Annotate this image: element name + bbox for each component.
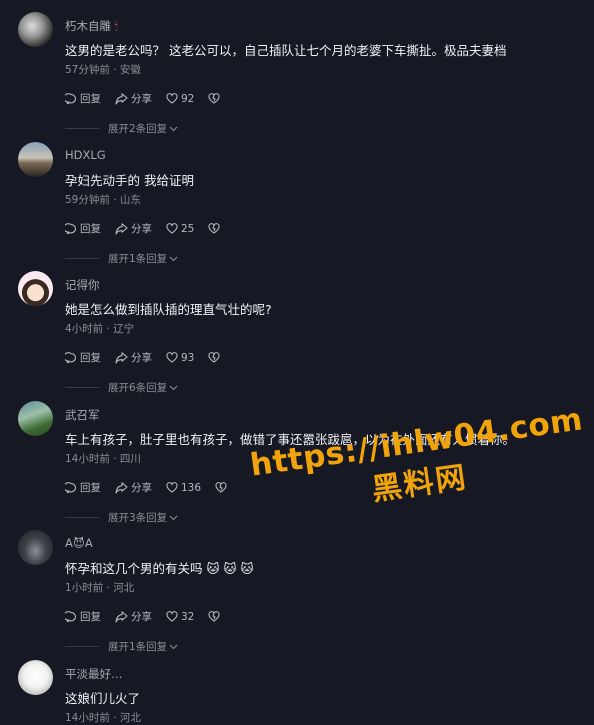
dislike-button[interactable] [215, 482, 230, 493]
avatar[interactable] [18, 12, 53, 47]
avatar[interactable] [18, 271, 53, 306]
chevron-down-icon [169, 126, 178, 131]
reply-icon [65, 92, 77, 104]
like-button[interactable]: 92 [166, 93, 194, 105]
expand-replies[interactable]: 展开6条回复 [65, 380, 178, 395]
divider [65, 258, 99, 259]
chevron-down-icon [169, 256, 178, 261]
like-button[interactable]: 32 [166, 611, 194, 623]
reply-button[interactable]: 回复 [65, 480, 101, 495]
broken-heart-icon [208, 223, 220, 234]
share-button[interactable]: 分享 [115, 350, 152, 365]
comment-author[interactable]: A😈A [65, 536, 93, 550]
share-icon [115, 222, 128, 235]
share-button[interactable]: 分享 [115, 91, 152, 106]
divider [65, 517, 99, 518]
heart-icon [166, 223, 178, 234]
chevron-down-icon [169, 515, 178, 520]
comment-author[interactable]: 记得你 [65, 277, 100, 293]
heart-icon [166, 93, 178, 104]
avatar[interactable] [18, 660, 53, 695]
avatar[interactable] [18, 530, 53, 565]
reply-icon [65, 481, 77, 493]
comment-meta: 59分钟前 · 山东 [65, 194, 141, 206]
comment-text: 这娘们儿火了 [65, 691, 141, 706]
comment-author[interactable]: 平淡最好… [65, 666, 123, 682]
dislike-button[interactable] [208, 93, 223, 104]
comment-actions: 回复 分享 136 [65, 480, 244, 495]
share-button[interactable]: 分享 [115, 609, 152, 624]
chevron-down-icon [169, 644, 178, 649]
comment-author[interactable]: 武召军 [65, 407, 100, 423]
broken-heart-icon [215, 482, 227, 493]
share-button[interactable]: 分享 [115, 480, 152, 495]
expand-replies[interactable]: 展开3条回复 [65, 510, 178, 525]
reply-button[interactable]: 回复 [65, 609, 101, 624]
broken-heart-icon [208, 611, 220, 622]
comment-author[interactable]: HDXLG [65, 148, 106, 162]
share-icon [115, 610, 128, 623]
comment-text: 这男的是老公吗？ 这老公可以，自己插队让七个月的老婆下车撕扯。极品夫妻档 [65, 43, 507, 58]
broken-heart-icon [208, 93, 220, 104]
watermark: https://ihlw04.com 黑料网 [248, 401, 586, 525]
like-button[interactable]: 136 [166, 482, 201, 494]
reply-button[interactable]: 回复 [65, 91, 101, 106]
dislike-button[interactable] [208, 352, 223, 363]
share-icon [115, 92, 128, 105]
share-icon [115, 351, 128, 364]
expand-replies[interactable]: 展开1条回复 [65, 251, 178, 266]
comment-text: 孕妇先动手的 我给证明 [65, 173, 194, 188]
comment-author[interactable]: 朽木自雕 🕯 [65, 18, 118, 34]
divider [65, 128, 99, 129]
comment-meta: 4小时前 · 辽宁 [65, 323, 135, 335]
avatar[interactable] [18, 401, 53, 436]
reply-button[interactable]: 回复 [65, 221, 101, 236]
reply-icon [65, 351, 77, 363]
reply-icon [65, 610, 77, 622]
dislike-button[interactable] [208, 223, 223, 234]
divider [65, 646, 99, 647]
like-button[interactable]: 93 [166, 352, 194, 364]
comment-actions: 回复 分享 93 [65, 350, 237, 365]
comment-actions: 回复 分享 92 [65, 91, 237, 106]
comment-actions: 回复 分享 25 [65, 221, 237, 236]
comment-actions: 回复 分享 32 [65, 609, 237, 624]
heart-icon [166, 352, 178, 363]
comment-meta: 1小时前 · 河北 [65, 582, 135, 594]
dislike-button[interactable] [208, 611, 223, 622]
comment-text: 她是怎么做到插队插的理直气壮的呢? [65, 302, 272, 317]
broken-heart-icon [208, 352, 220, 363]
share-icon [115, 481, 128, 494]
comment-meta: 14小时前 · 河北 [65, 712, 141, 724]
like-button[interactable]: 25 [166, 223, 194, 235]
comment-meta: 14小时前 · 四川 [65, 453, 141, 465]
share-button[interactable]: 分享 [115, 221, 152, 236]
comment-text: 怀孕和这几个男的有关吗 🐱 🐱 🐱 [65, 561, 254, 576]
avatar[interactable] [18, 142, 53, 177]
heart-icon [166, 611, 178, 622]
chevron-down-icon [169, 385, 178, 390]
heart-icon [166, 482, 178, 493]
comment-meta: 57分钟前 · 安徽 [65, 64, 141, 76]
reply-button[interactable]: 回复 [65, 350, 101, 365]
expand-replies[interactable]: 展开1条回复 [65, 639, 178, 654]
divider [65, 387, 99, 388]
reply-icon [65, 222, 77, 234]
expand-replies[interactable]: 展开2条回复 [65, 121, 178, 136]
